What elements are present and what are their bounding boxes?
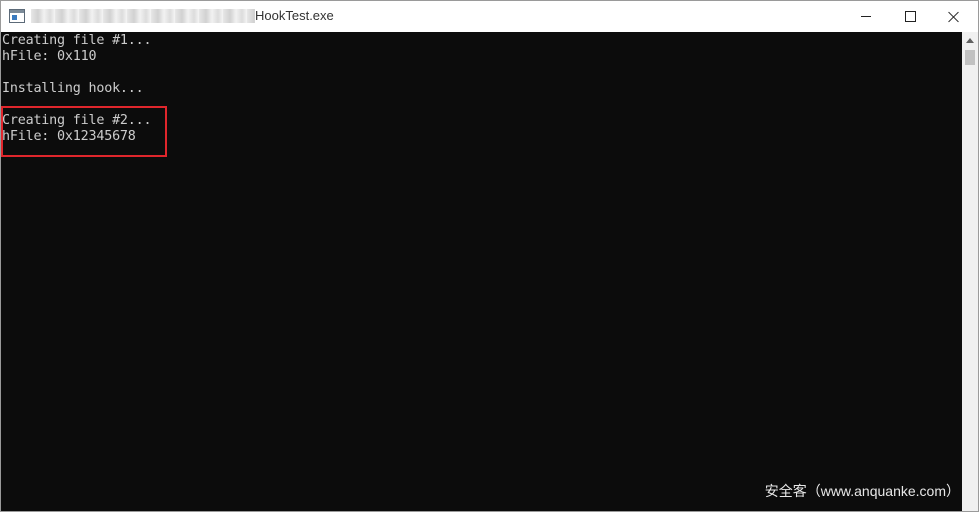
title-bar[interactable]: HookTest.exe [1, 1, 978, 32]
console-output[interactable]: Creating file #1... hFile: 0x110 Install… [1, 32, 961, 511]
scrollbar-thumb[interactable] [965, 50, 975, 65]
close-button[interactable] [932, 1, 976, 32]
vertical-scrollbar[interactable] [962, 32, 978, 511]
title-path-redacted [31, 9, 255, 23]
console-app-icon[interactable] [9, 9, 25, 23]
close-icon [948, 11, 960, 23]
console-line: hFile: 0x110 [2, 49, 97, 64]
highlight-annotation-box [1, 106, 167, 157]
window-title: HookTest.exe [255, 8, 334, 23]
console-line: Creating file #1... [2, 33, 152, 48]
console-line: Installing hook... [2, 81, 144, 96]
console-window: HookTest.exe Creating file #1... hFile: … [0, 0, 979, 512]
watermark-text: 安全客（www.anquanke.com） [764, 483, 960, 499]
maximize-icon [904, 11, 916, 22]
minimize-icon [861, 16, 871, 17]
maximize-button[interactable] [888, 1, 932, 32]
minimize-button[interactable] [844, 1, 888, 32]
scroll-up-arrow-icon[interactable] [962, 32, 978, 48]
